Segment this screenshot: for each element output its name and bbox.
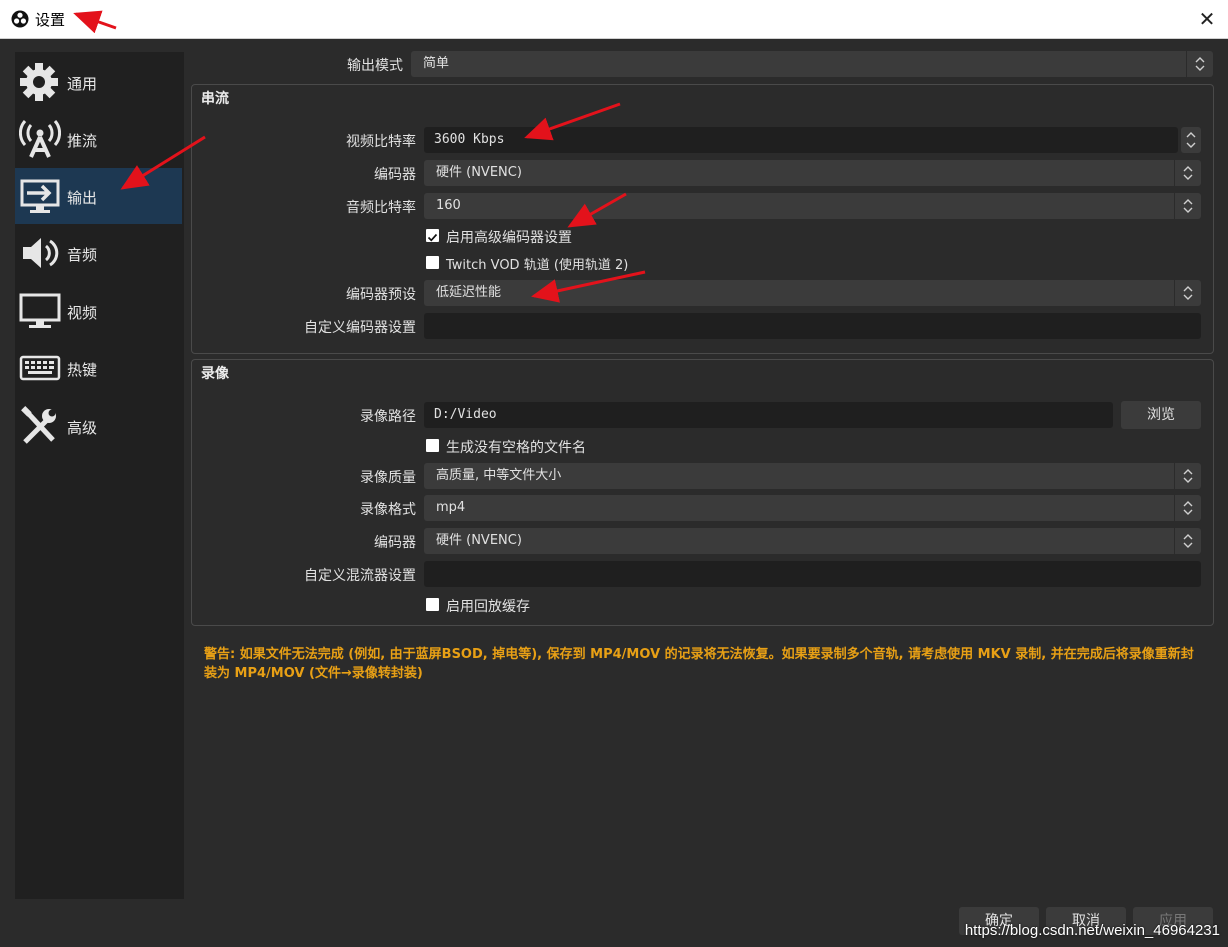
sidebar-item-advanced[interactable]: 高级 [15, 398, 182, 454]
recording-quality-label: 录像质量 [360, 470, 416, 486]
twitch-vod-label: Twitch VOD 轨道 (使用轨道 2) [446, 258, 629, 273]
sidebar-item-label: 高级 [67, 419, 98, 437]
audio-bitrate-value: 160 [436, 198, 461, 213]
sidebar-item-hotkeys[interactable]: 热键 [15, 340, 182, 396]
tools-icon [21, 406, 56, 444]
sidebar-item-label: 输出 [67, 189, 98, 207]
obs-logo-icon [11, 10, 29, 28]
up-down-arrows-icon [1174, 160, 1193, 186]
no-space-filename-checkbox[interactable] [426, 439, 439, 452]
sidebar-item-label: 音频 [67, 246, 98, 264]
monitor-icon [19, 293, 61, 328]
broadcast-icon [19, 120, 61, 158]
encoder-preset-select[interactable]: 低延迟性能 [424, 280, 1201, 306]
replay-buffer-label: 启用回放缓存 [446, 599, 530, 615]
video-bitrate-spinner[interactable] [1181, 127, 1201, 153]
sidebar-item-label: 通用 [67, 75, 98, 93]
recording-format-label: 录像格式 [360, 502, 416, 518]
encoder-preset-label: 编码器预设 [346, 287, 416, 303]
replay-buffer-checkbox[interactable] [426, 598, 439, 611]
recording-path-value: D:/Video [434, 407, 497, 422]
up-down-arrows-icon [1174, 280, 1193, 306]
browse-button[interactable]: 浏览 [1121, 401, 1201, 429]
gear-icon [20, 63, 58, 101]
up-down-arrows-icon [1186, 51, 1205, 77]
advanced-encoder-label: 启用高级编码器设置 [446, 230, 572, 246]
sidebar-item-stream[interactable]: 推流 [15, 111, 182, 167]
up-down-arrows-icon [1174, 528, 1193, 554]
recording-group-title: 录像 [201, 366, 229, 382]
up-down-arrows-icon [1174, 495, 1193, 521]
recording-format-select[interactable]: mp4 [424, 495, 1201, 521]
output-icon [20, 179, 60, 213]
sidebar-item-general[interactable]: 通用 [15, 54, 182, 110]
stream-encoder-value: 硬件 (NVENC) [436, 165, 522, 180]
up-down-arrows-icon [1186, 132, 1196, 148]
output-mode-label: 输出模式 [347, 58, 403, 74]
twitch-vod-checkbox[interactable] [426, 256, 439, 269]
window-title: 设置 [35, 11, 66, 29]
recording-encoder-label: 编码器 [374, 535, 416, 551]
audio-bitrate-label: 音频比特率 [346, 200, 416, 216]
encoder-preset-value: 低延迟性能 [436, 285, 502, 300]
stream-encoder-select[interactable]: 硬件 (NVENC) [424, 160, 1201, 186]
advanced-encoder-checkbox[interactable] [426, 229, 439, 242]
no-space-filename-label: 生成没有空格的文件名 [446, 440, 586, 456]
audio-bitrate-select[interactable]: 160 [424, 193, 1201, 219]
output-mode-value: 简单 [423, 56, 450, 71]
custom-encoder-input[interactable] [424, 313, 1201, 339]
recording-quality-value: 高质量, 中等文件大小 [436, 468, 562, 483]
recording-path-input[interactable]: D:/Video [424, 402, 1113, 428]
sidebar-item-video[interactable]: 视频 [15, 283, 182, 339]
custom-encoder-label: 自定义编码器设置 [304, 320, 416, 336]
up-down-arrows-icon [1174, 463, 1193, 489]
settings-sidebar: 通用 推流 输出 音频 视频 热键 高级 [15, 52, 184, 899]
custom-muxer-label: 自定义混流器设置 [304, 568, 416, 584]
recording-format-value: mp4 [436, 500, 466, 515]
sidebar-item-audio[interactable]: 音频 [15, 225, 182, 281]
sidebar-item-output[interactable]: 输出 [15, 168, 182, 224]
recording-encoder-value: 硬件 (NVENC) [436, 533, 522, 548]
sidebar-item-label: 热键 [67, 361, 98, 379]
recording-quality-select[interactable]: 高质量, 中等文件大小 [424, 463, 1201, 489]
output-mode-select[interactable]: 简单 [411, 51, 1213, 77]
watermark: https://blog.csdn.net/weixin_46964231 [964, 922, 1220, 939]
streaming-group-title: 串流 [201, 91, 229, 107]
speaker-icon [23, 238, 59, 268]
keyboard-icon [19, 355, 61, 381]
title-bar: 设置 ✕ [0, 0, 1228, 39]
checkmark-icon [427, 233, 438, 242]
video-bitrate-label: 视频比特率 [346, 134, 416, 150]
close-icon: ✕ [1198, 7, 1216, 31]
up-down-arrows-icon [1174, 193, 1193, 219]
sidebar-item-label: 视频 [67, 304, 98, 322]
video-bitrate-input[interactable]: 3600 Kbps [424, 127, 1178, 153]
custom-muxer-input[interactable] [424, 561, 1201, 587]
video-bitrate-value: 3600 Kbps [434, 132, 505, 147]
recording-path-label: 录像路径 [360, 409, 416, 425]
close-button[interactable]: ✕ [1186, 0, 1228, 38]
stream-encoder-label: 编码器 [374, 167, 416, 183]
recording-encoder-select[interactable]: 硬件 (NVENC) [424, 528, 1201, 554]
mp4-warning-text: 警告: 如果文件无法完成 (例如, 由于蓝屏BSOD, 掉电等), 保存到 MP… [204, 647, 1194, 681]
sidebar-item-label: 推流 [67, 132, 98, 150]
